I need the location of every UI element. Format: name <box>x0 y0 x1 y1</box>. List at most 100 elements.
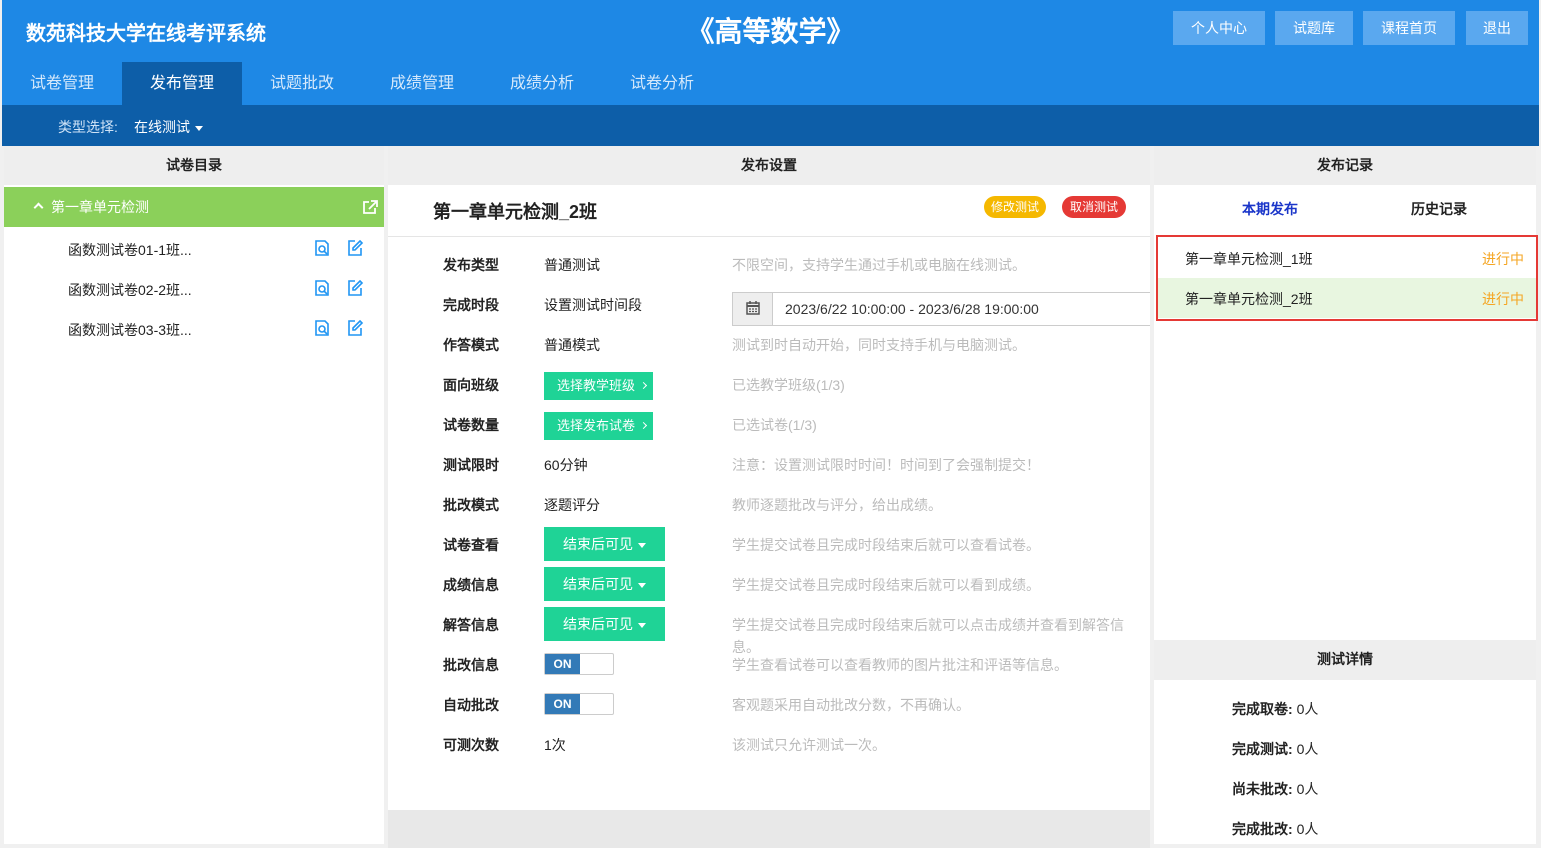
top-header: 数苑科技大学在线考评系统 《高等数学》 个人中心 试题库 课程首页 退出 <box>2 0 1539 62</box>
tab-grading[interactable]: 试题批改 <box>242 62 362 105</box>
list-item[interactable]: 函数测试卷02-2班... <box>4 268 384 308</box>
select-paper-button[interactable]: 选择发布试卷 <box>544 412 653 440</box>
preview-icon[interactable] <box>313 319 331 337</box>
publish-type-desc: 不限空间，支持学生通过手机或电脑在线测试。 <box>732 257 1026 273</box>
stat-value: 0人 <box>1296 741 1319 757</box>
grading-info-toggle[interactable]: ON <box>544 653 614 675</box>
caret-down-icon <box>195 125 203 131</box>
stat-label: 完成批改: <box>1232 821 1293 837</box>
paper-name: 函数测试卷01-1班... <box>68 242 192 258</box>
tab-publish-management[interactable]: 发布管理 <box>122 62 242 105</box>
test-detail-title: 测试详情 <box>1154 640 1536 680</box>
answer-info-value: 结束后可见 <box>563 616 633 632</box>
stat-completed: 完成测试: 0人 <box>1232 739 1318 759</box>
course-home-button[interactable]: 课程首页 <box>1363 11 1455 45</box>
list-item[interactable]: 第一章单元检测_1班 进行中 <box>1158 238 1536 278</box>
list-item[interactable]: 第一章单元检测_2班 进行中 <box>1158 278 1536 318</box>
tab-score-analysis[interactable]: 成绩分析 <box>482 62 602 105</box>
auto-grading-toggle[interactable]: ON <box>544 693 614 715</box>
status-badge: 进行中 <box>1482 251 1524 267</box>
edit-icon[interactable] <box>346 239 364 257</box>
paper-view-value: 结束后可见 <box>563 536 633 552</box>
grading-mode-value: 逐题评分 <box>544 497 600 513</box>
caret-down-icon <box>638 542 646 548</box>
stat-value: 0人 <box>1296 781 1319 797</box>
stat-collected: 完成取卷: 0人 <box>1232 699 1318 719</box>
record-name: 第一章单元检测_2班 <box>1185 291 1313 307</box>
middle-panel-footer <box>388 810 1150 848</box>
external-link-icon[interactable] <box>362 200 378 215</box>
toggle-on-label: ON <box>545 694 580 714</box>
question-bank-button[interactable]: 试题库 <box>1275 11 1353 45</box>
caret-down-icon <box>638 622 646 628</box>
attempts-value: 1次 <box>544 737 566 753</box>
target-class-label: 面向班级 <box>443 377 499 393</box>
filter-bar: 类型选择: 在线测试 <box>2 105 1539 146</box>
tab-score-management[interactable]: 成绩管理 <box>362 62 482 105</box>
answer-mode-desc: 测试到时自动开始，同时支持手机与电脑测试。 <box>732 337 1026 353</box>
score-info-label: 成绩信息 <box>443 577 499 593</box>
paper-count-label: 试卷数量 <box>443 417 499 433</box>
grading-info-label: 批改信息 <box>443 657 499 673</box>
stat-label: 完成取卷: <box>1232 701 1293 717</box>
grading-mode-label: 批改模式 <box>443 497 499 513</box>
paper-name: 函数测试卷02-2班... <box>68 282 192 298</box>
calendar-icon <box>733 293 773 325</box>
publish-records-title: 发布记录 <box>1154 146 1536 185</box>
time-period-value: 设置测试时间段 <box>544 297 642 313</box>
paper-name: 函数测试卷03-3班... <box>68 322 192 338</box>
preview-icon[interactable] <box>313 279 331 297</box>
answer-info-dropdown[interactable]: 结束后可见 <box>544 607 665 641</box>
type-filter-dropdown[interactable]: 在线测试 <box>134 117 203 137</box>
date-range-input[interactable]: 2023/6/22 10:00:00 - 2023/6/28 19:00:00 <box>732 292 1150 326</box>
chevron-right-icon <box>639 382 648 390</box>
stat-label: 尚未批改: <box>1232 781 1293 797</box>
date-range-value: 2023/6/22 10:00:00 - 2023/6/28 19:00:00 <box>785 301 1039 317</box>
stat-graded: 完成批改: 0人 <box>1232 819 1318 839</box>
logout-button[interactable]: 退出 <box>1466 11 1528 45</box>
list-item[interactable]: 函数测试卷03-3班... <box>4 308 384 348</box>
publish-settings-title: 发布设置 <box>388 146 1150 185</box>
select-class-button[interactable]: 选择教学班级 <box>544 372 653 400</box>
answer-info-desc-cont: 息。 <box>732 639 760 655</box>
tree-node-chapter1[interactable]: 第一章单元检测 <box>4 187 384 227</box>
stat-value: 0人 <box>1296 821 1319 837</box>
attempts-label: 可测次数 <box>443 737 499 753</box>
time-period-label: 完成时段 <box>443 297 499 313</box>
stat-ungraded: 尚未批改: 0人 <box>1232 779 1318 799</box>
grading-mode-desc: 教师逐题批改与评分，给出成绩。 <box>732 497 942 513</box>
stat-label: 完成测试: <box>1232 741 1293 757</box>
preview-icon[interactable] <box>313 239 331 257</box>
auto-grading-desc: 客观题采用自动批改分数，不再确认。 <box>732 697 970 713</box>
publish-type-label: 发布类型 <box>443 257 499 273</box>
grading-info-desc: 学生查看试卷可以查看教师的图片批注和评语等信息。 <box>732 657 1068 673</box>
score-info-dropdown[interactable]: 结束后可见 <box>544 567 665 601</box>
edit-icon[interactable] <box>346 319 364 337</box>
paper-directory-panel: 试卷目录 第一章单元检测 函数测试卷01-1班... 函数测试卷02-2班...… <box>4 146 384 844</box>
cancel-test-button[interactable]: 取消测试 <box>1062 196 1126 218</box>
time-limit-label: 测试限时 <box>443 457 499 473</box>
list-item[interactable]: 函数测试卷01-1班... <box>4 228 384 268</box>
modify-test-button[interactable]: 修改测试 <box>984 196 1046 218</box>
main-nav: 试卷管理 发布管理 试题批改 成绩管理 成绩分析 试卷分析 <box>2 62 1539 105</box>
answer-info-label: 解答信息 <box>443 617 499 633</box>
tab-paper-analysis[interactable]: 试卷分析 <box>602 62 722 105</box>
record-name: 第一章单元检测_1班 <box>1185 251 1313 267</box>
chevron-right-icon <box>639 422 648 430</box>
paper-view-dropdown[interactable]: 结束后可见 <box>544 527 665 561</box>
answer-info-desc: 学生提交试卷且完成时段结束后就可以点击成绩并查看到解答信 <box>732 617 1124 633</box>
tab-paper-management[interactable]: 试卷管理 <box>2 62 122 105</box>
score-info-desc: 学生提交试卷且完成时段结束后就可以看到成绩。 <box>732 577 1040 593</box>
tab-history[interactable]: 历史记录 <box>1411 199 1467 219</box>
auto-grading-label: 自动批改 <box>443 697 499 713</box>
status-badge: 进行中 <box>1482 291 1524 307</box>
target-class-desc: 已选教学班级(1/3) <box>732 377 845 393</box>
publish-records-panel: 发布记录 本期发布 历史记录 第一章单元检测_1班 进行中 第一章单元检测_2班… <box>1154 146 1538 844</box>
type-filter-label: 类型选择: <box>58 119 118 135</box>
personal-center-button[interactable]: 个人中心 <box>1173 11 1265 45</box>
edit-icon[interactable] <box>346 279 364 297</box>
tab-current-publish[interactable]: 本期发布 <box>1242 199 1298 219</box>
paper-directory-title: 试卷目录 <box>4 146 384 185</box>
publish-settings-panel: 发布设置 第一章单元检测_2班 修改测试 取消测试 发布类型 普通测试 不限空间… <box>388 146 1150 810</box>
score-info-value: 结束后可见 <box>563 576 633 592</box>
